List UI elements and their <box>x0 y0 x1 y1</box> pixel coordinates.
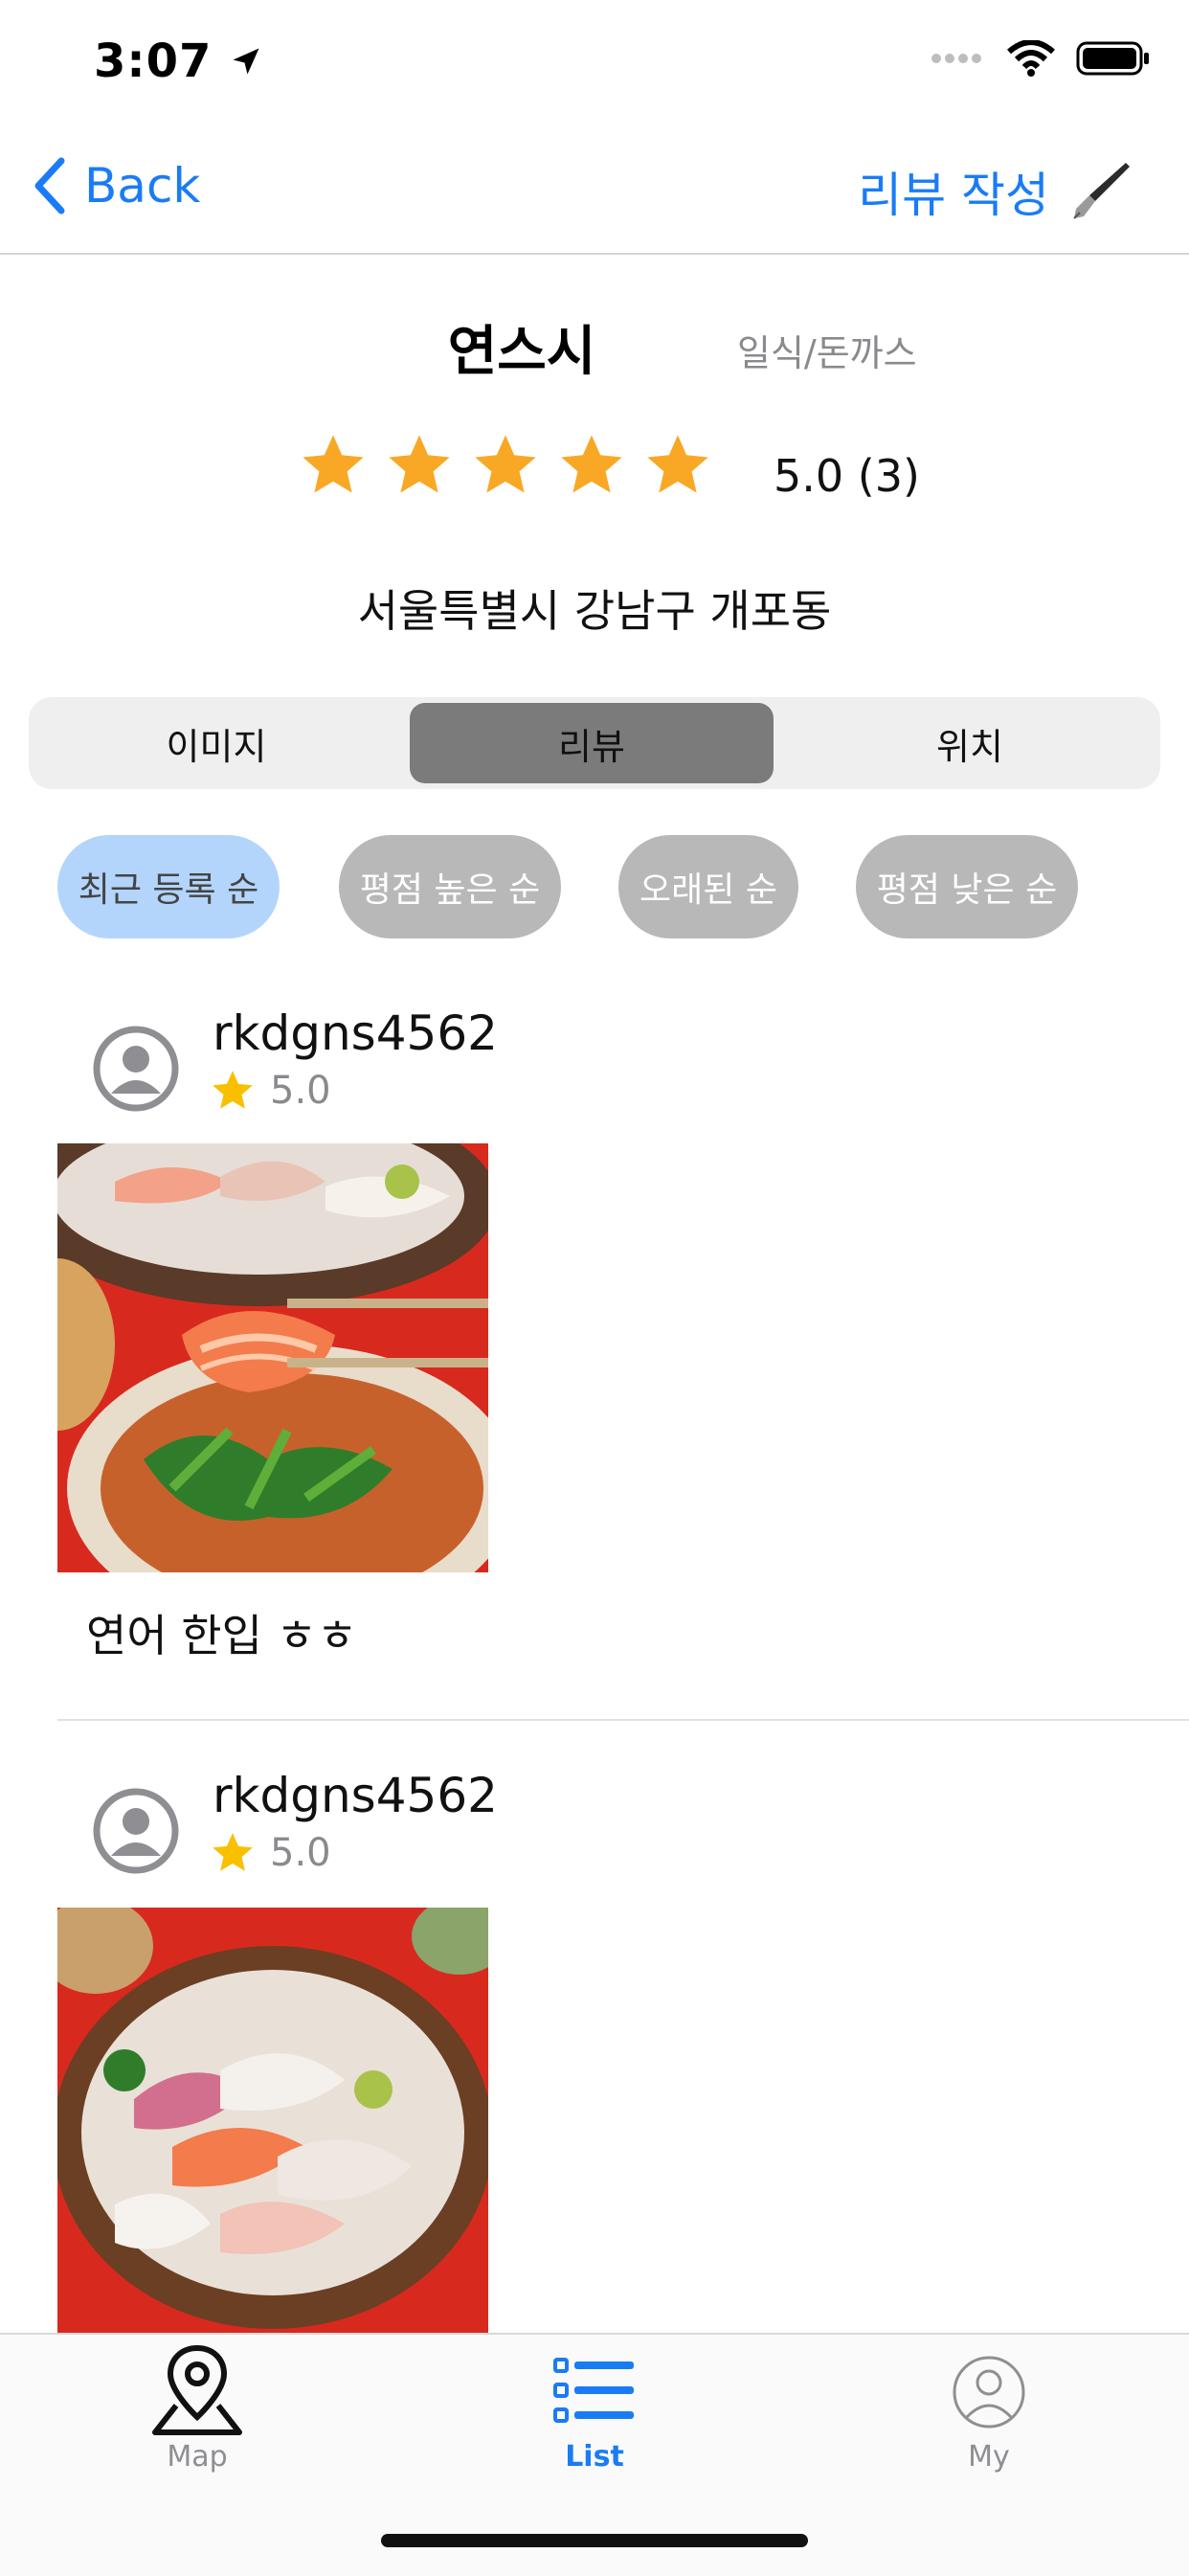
chevron-left-icon <box>34 157 65 215</box>
fountain-pen-icon <box>1073 163 1130 219</box>
sort-chip-oldest[interactable]: 오래된 순 <box>618 835 798 938</box>
tab-images[interactable]: 이미지 <box>34 703 398 783</box>
review-rating: 5.0 <box>209 1067 331 1115</box>
tab-list[interactable]: List <box>499 2342 690 2474</box>
write-review-button[interactable]: 리뷰 작성 <box>858 157 1132 226</box>
map-pin-icon <box>152 2344 242 2435</box>
status-time: 3:07 <box>94 34 263 88</box>
avatar-icon <box>93 1026 179 1112</box>
star-icon <box>213 1071 253 1109</box>
sort-chip-high-rating[interactable]: 평점 높은 순 <box>339 835 561 938</box>
review-photo[interactable] <box>57 1143 488 1572</box>
review-username: rkdgns4562 <box>213 1006 498 1061</box>
tab-map-label: Map <box>167 2440 228 2474</box>
star-icon <box>561 435 622 493</box>
signal-icon <box>931 54 981 63</box>
star-icon <box>213 1833 253 1871</box>
star-icon <box>475 435 536 493</box>
back-label: Back <box>84 158 201 214</box>
status-indicators <box>931 40 1151 77</box>
sort-chip-recent[interactable]: 최근 등록 순 <box>57 835 280 938</box>
star-icon <box>389 435 450 493</box>
tab-location[interactable]: 위치 <box>785 703 1155 783</box>
battery-icon <box>1076 41 1149 76</box>
review-rating-value: 5.0 <box>270 1831 331 1875</box>
star-icon <box>303 435 364 493</box>
wifi-icon <box>1007 40 1055 77</box>
review-rating: 5.0 <box>209 1829 331 1877</box>
back-button[interactable]: Back <box>33 157 200 215</box>
sort-chip-low-rating[interactable]: 평점 낮은 순 <box>856 835 1078 938</box>
review-divider <box>57 1719 1189 1721</box>
tab-map[interactable]: Map <box>101 2342 293 2474</box>
review-username: rkdgns4562 <box>213 1768 498 1823</box>
segmented-control: 이미지 리뷰 위치 <box>29 697 1160 789</box>
avatar-icon <box>93 1788 179 1874</box>
review-photo[interactable] <box>57 1908 488 2333</box>
home-indicator[interactable] <box>381 2534 808 2547</box>
star-icon <box>647 435 708 493</box>
tab-reviews[interactable]: 리뷰 <box>410 703 774 783</box>
write-review-label: 리뷰 작성 <box>858 168 1049 223</box>
review-text: 연어 한입 ㅎㅎ <box>86 1610 358 1661</box>
tab-list-label: List <box>565 2440 624 2474</box>
person-circle-icon <box>953 2356 1025 2429</box>
store-address: 서울특별시 강남구 개포동 <box>357 585 832 637</box>
tab-my[interactable]: My <box>893 2342 1085 2474</box>
review-rating-value: 5.0 <box>270 1069 331 1113</box>
tab-my-label: My <box>968 2440 1010 2474</box>
store-star-rating <box>297 429 714 502</box>
location-arrow-icon <box>233 48 259 75</box>
list-icon <box>553 2358 634 2423</box>
store-category: 일식/돈까스 <box>737 332 917 374</box>
store-rating-text: 5.0 (3) <box>774 450 920 502</box>
